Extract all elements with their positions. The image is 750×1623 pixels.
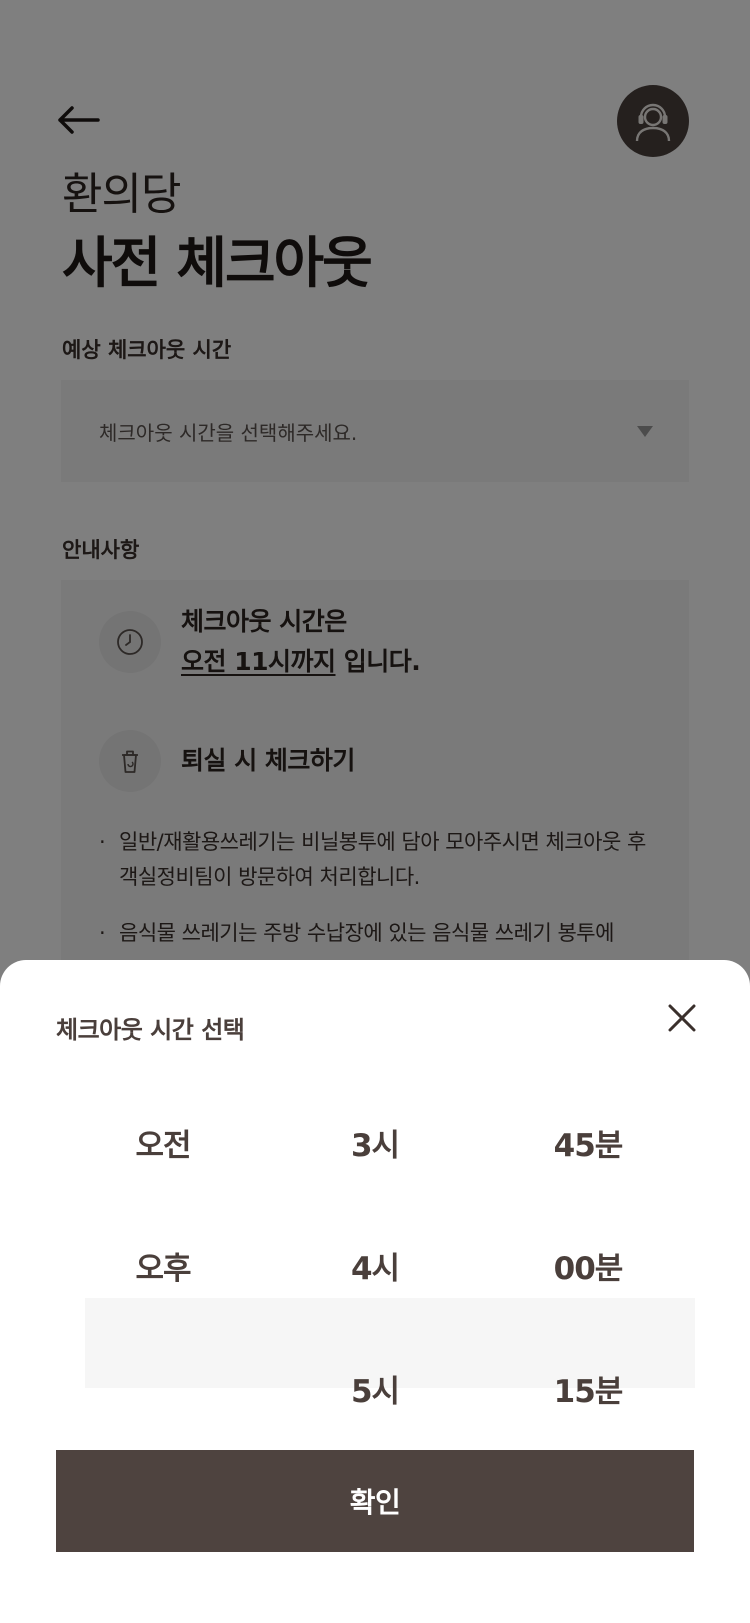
picker-ampm-item-selected[interactable]: 오후	[63, 1220, 263, 1310]
picker-minute-item[interactable]: 45분	[488, 1097, 688, 1187]
time-picker[interactable]: 오전 오후 3시 4시 5시 45분 00분 15분	[85, 1040, 695, 1410]
picker-ampm-item[interactable]	[63, 1343, 263, 1433]
close-button[interactable]	[664, 1000, 700, 1036]
picker-hour-item[interactable]: 3시	[275, 1097, 475, 1187]
picker-hour-item[interactable]: 5시	[275, 1343, 475, 1433]
checkout-time-sheet: 체크아웃 시간 선택 오전 오후 3시 4시 5시 45분 00분 15분 확인	[0, 960, 750, 1623]
close-icon	[668, 1004, 696, 1032]
picker-hour-item-selected[interactable]: 4시	[275, 1220, 475, 1310]
confirm-button[interactable]: 확인	[56, 1450, 694, 1552]
picker-ampm-item[interactable]: 오전	[63, 1097, 263, 1187]
picker-minute-item-selected[interactable]: 00분	[488, 1220, 688, 1310]
picker-minute-item[interactable]: 15분	[488, 1343, 688, 1433]
